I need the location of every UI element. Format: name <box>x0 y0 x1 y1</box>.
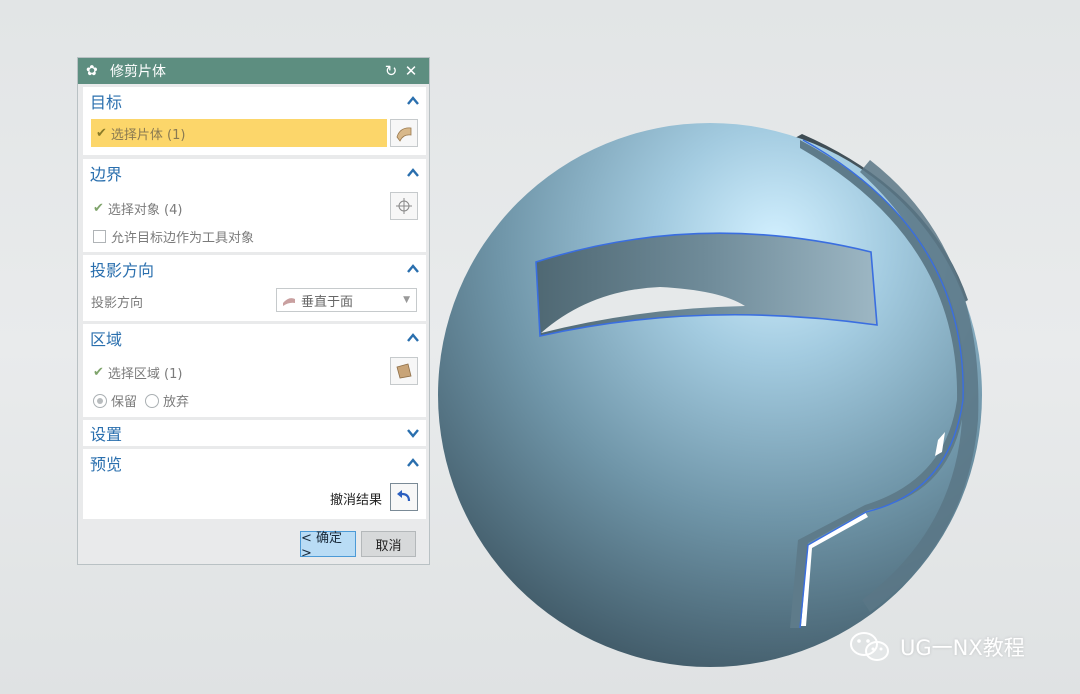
region-radio-group: 保留 放弃 <box>93 391 189 410</box>
discard-radio[interactable] <box>145 393 160 408</box>
check-icon: ✔ <box>93 365 104 380</box>
sheet-body-button[interactable] <box>390 119 418 147</box>
target-group: 目标 ✔ 选择片体 (1) <box>83 87 426 155</box>
close-icon[interactable]: ✕ <box>401 62 421 80</box>
allow-target-edge-checkbox[interactable] <box>93 230 106 243</box>
dialog-title-bar[interactable]: ✿ 修剪片体 ↻ ✕ <box>78 58 429 84</box>
select-object-row[interactable]: ✔ 选择对象 (4) <box>93 199 182 218</box>
chevron-up-icon[interactable] <box>406 262 420 276</box>
projection-group-title: 投影方向 <box>90 261 155 280</box>
chevron-up-icon[interactable] <box>406 94 420 108</box>
undo-result-label: 撤消结果 <box>330 493 383 508</box>
dialog-title: 修剪片体 <box>110 64 166 80</box>
check-icon: ✔ <box>96 125 107 141</box>
keep-radio[interactable] <box>93 393 107 408</box>
reset-icon[interactable]: ↻ <box>381 62 401 80</box>
region-group: 区域 ✔ 选择区域 (1) 保留 放弃 <box>83 324 426 417</box>
select-body-label: 选择片体 (1) <box>110 127 186 143</box>
watermark-text: UG一NX教程 <box>900 636 1025 660</box>
projection-group: 投影方向 投影方向 垂直于面 ▼ <box>83 255 426 321</box>
discard-label: 放弃 <box>163 395 190 410</box>
settings-group-title: 设置 <box>90 425 123 444</box>
watermark: UG一NX教程 <box>848 630 1025 664</box>
chevron-up-icon[interactable] <box>406 166 420 180</box>
ok-button[interactable]: < 确定 > <box>300 531 356 561</box>
check-icon: ✔ <box>93 201 104 216</box>
projection-direction-label: 投影方向 <box>91 296 144 311</box>
region-group-title: 区域 <box>90 330 123 349</box>
select-object-button[interactable] <box>390 192 418 220</box>
select-body-field[interactable]: ✔ 选择片体 (1) <box>91 119 387 147</box>
chevron-down-icon[interactable] <box>406 426 420 440</box>
target-group-title: 目标 <box>90 93 123 112</box>
cancel-button[interactable]: 取消 <box>361 531 416 557</box>
gear-icon[interactable]: ✿ <box>86 63 104 79</box>
select-object-label: 选择对象 (4) <box>107 203 183 218</box>
sheet-body-icon <box>396 127 412 142</box>
allow-target-edge-option[interactable]: 允许目标边作为工具对象 <box>93 227 254 246</box>
undo-icon <box>397 490 411 502</box>
trim-sheet-dialog: ✿ 修剪片体 ↻ ✕ 目标 ✔ 选择片体 (1) 边界 ✔ 选择对象 (4) 允… <box>77 57 430 565</box>
chevron-up-icon[interactable] <box>406 456 420 470</box>
normal-to-face-icon <box>283 298 295 306</box>
chevron-up-icon[interactable] <box>406 331 420 345</box>
settings-group: 设置 <box>83 420 426 446</box>
select-region-label: 选择区域 (1) <box>107 367 183 382</box>
select-region-row[interactable]: ✔ 选择区域 (1) <box>93 363 182 382</box>
chevron-down-icon: ▼ <box>403 295 410 305</box>
boundary-group: 边界 ✔ 选择对象 (4) 允许目标边作为工具对象 <box>83 159 426 252</box>
crosshair-icon <box>396 198 412 214</box>
wechat-icon <box>850 632 889 661</box>
preview-group-title: 预览 <box>90 455 123 474</box>
projection-direction-value: 垂直于面 <box>301 294 354 310</box>
projection-direction-select[interactable]: 垂直于面 ▼ <box>276 288 417 312</box>
region-icon <box>396 363 412 379</box>
keep-label: 保留 <box>111 395 138 410</box>
trimmed-sphere-model[interactable] <box>438 123 982 667</box>
boundary-group-title: 边界 <box>90 165 123 184</box>
select-region-button[interactable] <box>390 357 418 385</box>
undo-result-button[interactable] <box>390 483 418 511</box>
allow-target-edge-label: 允许目标边作为工具对象 <box>111 231 255 246</box>
preview-group: 预览 撤消结果 <box>83 449 426 519</box>
